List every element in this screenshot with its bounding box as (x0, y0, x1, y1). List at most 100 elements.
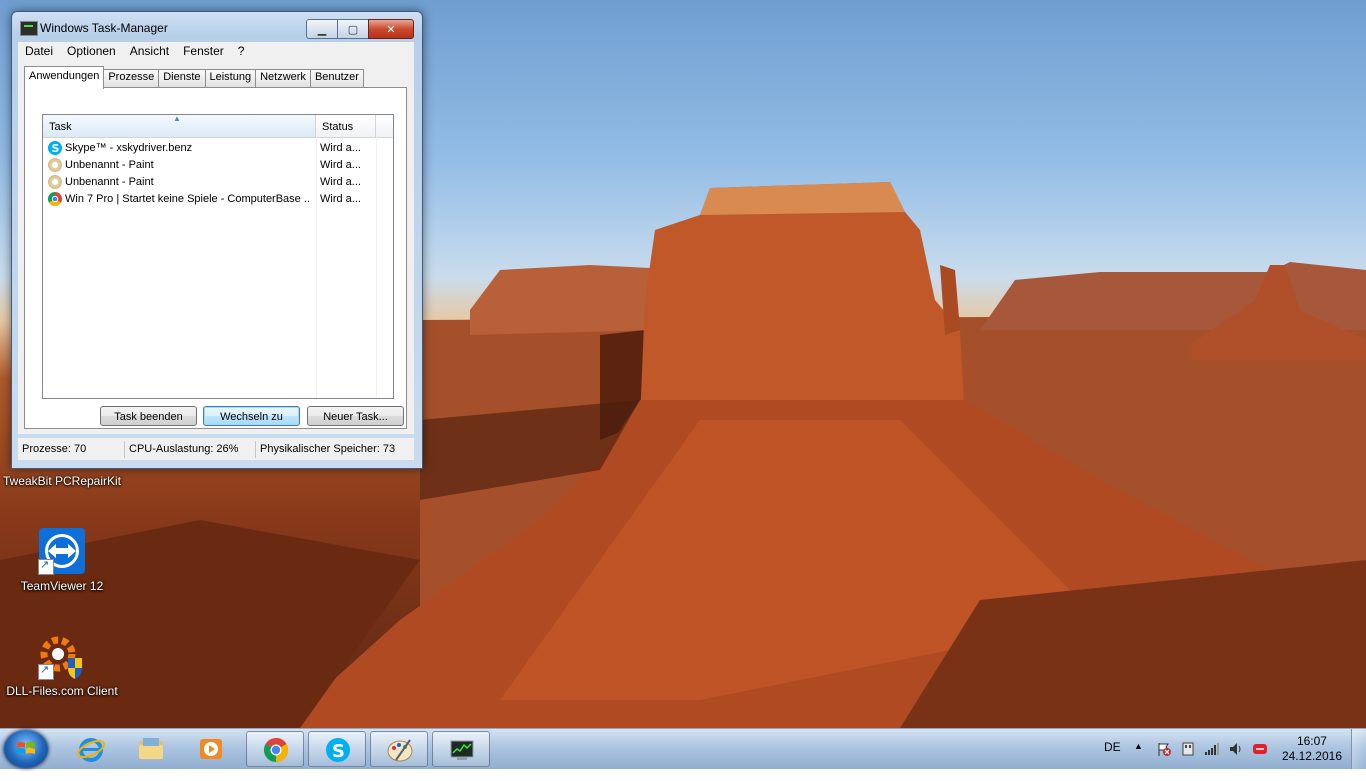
svg-text:S: S (332, 741, 345, 762)
status-memory: Physikalischer Speicher: 73 (255, 441, 414, 458)
switch-to-button[interactable]: Wechseln zu (203, 406, 300, 426)
menu-bar: Datei Optionen Ansicht Fenster ? (18, 42, 414, 60)
status-cpu: CPU-Auslastung: 26% (124, 441, 254, 458)
task-name: Win 7 Pro | Startet keine Spiele - Compu… (65, 193, 311, 205)
desktop-icon-dll-files[interactable]: DLL-Files.com Client (2, 632, 122, 698)
clock[interactable]: 16:07 24.12.2016 (1282, 734, 1342, 764)
taskbar-chrome[interactable] (246, 731, 304, 767)
desktop-icon-label: TweakBit PCRepairKit (2, 474, 122, 488)
close-icon: ✕ (386, 22, 396, 36)
teamviewer-icon (38, 527, 86, 575)
task-status: Wird a... (320, 176, 361, 188)
menu-datei[interactable]: Datei (18, 42, 60, 60)
shortcut-arrow-icon (38, 558, 54, 575)
tab-benutzer[interactable]: Benutzer (309, 69, 364, 87)
window-body: Anwendungen Prozesse Dienste Leistung Ne… (18, 60, 414, 434)
signal-bars-icon (1205, 743, 1219, 755)
task-status: Wird a... (320, 193, 361, 205)
menu-fenster[interactable]: Fenster (176, 42, 231, 60)
minimize-icon: ▁ (317, 22, 327, 36)
column-header-status[interactable]: Status (316, 115, 376, 137)
taskbar-task-manager[interactable] (432, 731, 490, 767)
red-chat-icon (1253, 744, 1267, 754)
close-button[interactable]: ✕ (368, 19, 414, 39)
chevron-up-icon: ▲ (1134, 741, 1143, 751)
tab-prozesse[interactable]: Prozesse (103, 69, 160, 87)
list-item[interactable]: S Skype™ - xskydriver.benz Wird a... (43, 140, 393, 157)
chrome-icon (48, 192, 62, 206)
chrome-icon (263, 738, 289, 762)
start-button[interactable] (4, 730, 48, 768)
language-indicator[interactable]: DE (1104, 740, 1121, 780)
taskbar-explorer[interactable] (122, 731, 180, 767)
caption-buttons: ▁ ▢ ✕ (306, 19, 414, 39)
media-player-icon (200, 739, 222, 759)
speaker-icon (1230, 743, 1241, 755)
task-name: Unbenannt - Paint (65, 159, 154, 171)
list-header: ▲ Task Status (43, 114, 393, 138)
new-task-button[interactable]: Neuer Task... (307, 406, 404, 426)
maximize-button[interactable]: ▢ (337, 19, 369, 39)
clock-date: 24.12.2016 (1281, 749, 1342, 763)
applications-list[interactable]: ▲ Task Status S Skype™ - xskydriver.benz… (42, 114, 394, 399)
task-manager-icon (450, 740, 474, 760)
list-item[interactable]: Unbenannt - Paint Wird a... (43, 157, 393, 174)
tray-safely-remove[interactable] (1180, 741, 1196, 781)
task-manager-window: Windows Task-Manager ▁ ▢ ✕ Datei Optione… (11, 11, 423, 469)
status-processes: Prozesse: 70 (22, 443, 87, 455)
tray-app-icon[interactable] (1252, 741, 1268, 781)
taskbar-media-player[interactable] (182, 731, 240, 767)
paint-icon (48, 175, 62, 189)
tab-panel: ▲ Task Status S Skype™ - xskydriver.benz… (24, 87, 407, 429)
tray-network[interactable] (1204, 741, 1220, 781)
desktop-icon-teamviewer[interactable]: TeamViewer 12 (2, 527, 122, 593)
taskbar: S DE ▲ 16:07 24.12.2016 (0, 728, 1366, 769)
tab-dienste[interactable]: Dienste (158, 69, 206, 87)
skype-icon: S (326, 738, 350, 762)
tab-leistung[interactable]: Leistung (204, 69, 257, 87)
task-status: Wird a... (320, 142, 361, 154)
tab-anwendungen[interactable]: Anwendungen (24, 66, 105, 89)
flag-warning-icon (1158, 743, 1171, 756)
list-item[interactable]: Unbenannt - Paint Wird a... (43, 174, 393, 191)
desktop-icon-label: DLL-Files.com Client (6, 684, 118, 698)
column-header-task[interactable]: ▲ Task (43, 114, 316, 137)
svg-text:S: S (52, 142, 60, 155)
desktop-icon-label: TeamViewer 12 (20, 579, 104, 593)
menu-ansicht[interactable]: Ansicht (123, 42, 176, 60)
paint-icon (387, 739, 413, 762)
tab-strip: Anwendungen Prozesse Dienste Leistung Ne… (24, 66, 364, 89)
sort-ascending-icon: ▲ (173, 114, 181, 123)
clock-time: 16:07 (1296, 734, 1327, 748)
internet-explorer-icon (77, 738, 105, 762)
tray-volume[interactable] (1228, 741, 1244, 781)
show-hidden-icons-button[interactable]: ▲ (1134, 741, 1143, 781)
usb-device-icon (1182, 742, 1194, 756)
show-desktop-button[interactable] (1351, 729, 1366, 769)
windows-logo-icon (17, 742, 35, 754)
list-item[interactable]: Win 7 Pro | Startet keine Spiele - Compu… (43, 191, 393, 208)
status-bar: Prozesse: 70 CPU-Auslastung: 26% Physika… (18, 438, 414, 460)
desktop-icon-tweakbit[interactable]: TweakBit PCRepairKit (2, 474, 122, 488)
tab-netzwerk[interactable]: Netzwerk (255, 69, 311, 87)
taskbar-paint[interactable] (370, 731, 428, 767)
taskbar-skype[interactable]: S (308, 731, 366, 767)
tray-action-center[interactable] (1156, 741, 1172, 781)
taskbar-internet-explorer[interactable] (62, 731, 120, 767)
task-name: Skype™ - xskydriver.benz (65, 142, 193, 154)
skype-icon: S (48, 141, 62, 155)
maximize-icon: ▢ (347, 22, 359, 36)
shortcut-arrow-icon (38, 663, 54, 680)
menu-help[interactable]: ? (231, 42, 252, 60)
dll-files-icon (38, 632, 86, 680)
title-bar[interactable]: Windows Task-Manager ▁ ▢ ✕ (12, 12, 422, 42)
explorer-folder-icon (139, 738, 163, 759)
paint-icon (48, 158, 62, 172)
menu-optionen[interactable]: Optionen (60, 42, 123, 60)
task-manager-icon[interactable] (20, 21, 38, 36)
window-title: Windows Task-Manager (40, 21, 168, 35)
task-name: Unbenannt - Paint (65, 176, 154, 188)
task-status: Wird a... (320, 159, 361, 171)
end-task-button[interactable]: Task beenden (100, 406, 197, 426)
minimize-button[interactable]: ▁ (306, 19, 338, 39)
